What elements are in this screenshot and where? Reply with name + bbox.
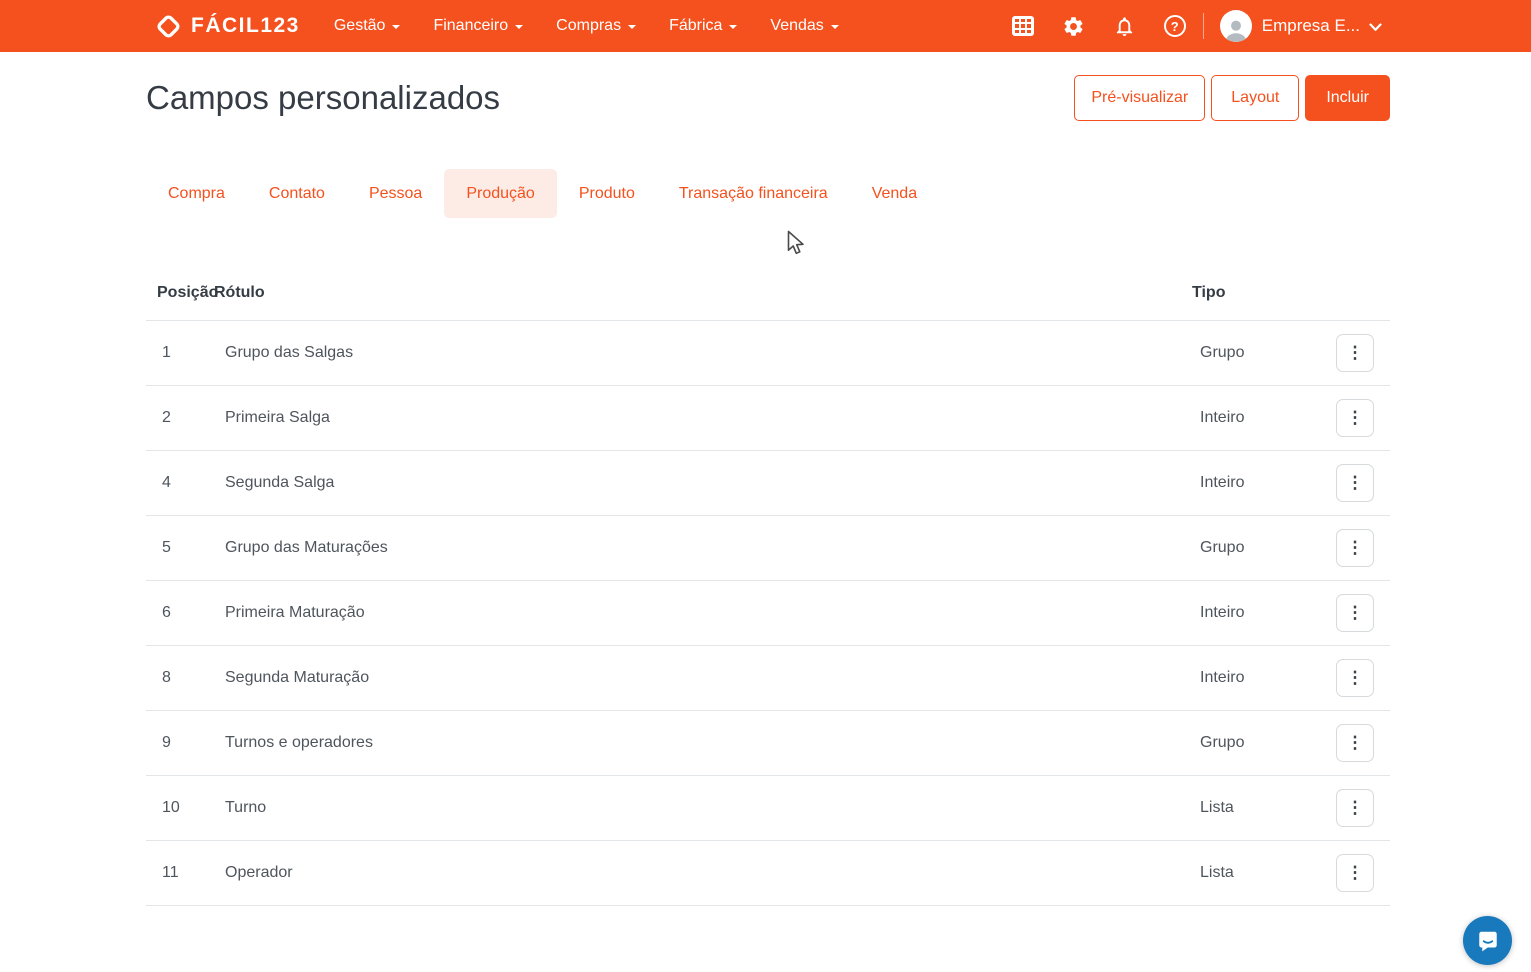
category-tab[interactable]: Venda xyxy=(850,169,939,218)
row-actions-button[interactable]: ⋮ xyxy=(1336,334,1374,372)
incluir-button[interactable]: Incluir xyxy=(1305,75,1390,121)
caret-down-icon xyxy=(392,25,401,29)
row-tipo: Grupo xyxy=(1200,539,1245,556)
row-rotulo: Operador xyxy=(225,864,293,881)
row-posicao: 6 xyxy=(162,604,171,621)
custom-fields-table: 1 Grupo das Salgas Grupo ⋮ 2 Primeira Sa… xyxy=(146,321,1390,906)
nav-menu-item[interactable]: Fábrica xyxy=(669,17,738,35)
navbar-divider xyxy=(1202,13,1204,39)
row-actions-button[interactable]: ⋮ xyxy=(1336,529,1374,567)
row-posicao: 9 xyxy=(162,734,171,751)
main-nav: Gestão Financeiro Compras Fábrica Vendas xyxy=(334,17,839,35)
row-rotulo: Primeira Maturação xyxy=(225,604,365,621)
category-tabs: Compra Contato Pessoa Produção Produto T… xyxy=(146,169,1390,218)
row-actions-button[interactable]: ⋮ xyxy=(1336,724,1374,762)
table-row: 9 Turnos e operadores Grupo ⋮ xyxy=(146,711,1390,776)
page-title: Campos personalizados xyxy=(146,79,501,116)
settings-gear-icon[interactable] xyxy=(1062,15,1085,38)
column-header-rotulo: Rótulo xyxy=(214,284,265,301)
row-tipo: Inteiro xyxy=(1200,474,1245,491)
row-tipo: Lista xyxy=(1200,864,1234,881)
row-actions-button[interactable]: ⋮ xyxy=(1336,659,1374,697)
row-tipo: Inteiro xyxy=(1200,669,1245,686)
table-row: 10 Turno Lista ⋮ xyxy=(146,776,1390,841)
brand-logo[interactable]: FÁCIL123 xyxy=(155,13,300,40)
nav-menu-item[interactable]: Compras xyxy=(556,17,637,35)
category-tab[interactable]: Produção xyxy=(444,169,557,218)
diamond-logo-icon xyxy=(155,13,182,40)
kebab-dots-icon: ⋮ xyxy=(1346,733,1364,752)
category-tab[interactable]: Contato xyxy=(247,169,347,218)
kebab-dots-icon: ⋮ xyxy=(1346,538,1364,557)
apps-grid-icon[interactable] xyxy=(1011,16,1034,36)
row-tipo: Lista xyxy=(1200,799,1234,816)
row-tipo: Grupo xyxy=(1200,734,1245,751)
previsualizar-button[interactable]: Pré-visualizar xyxy=(1074,75,1206,121)
row-rotulo: Grupo das Salgas xyxy=(225,344,354,361)
kebab-dots-icon: ⋮ xyxy=(1346,668,1364,687)
account-label: Empresa E... xyxy=(1261,16,1360,35)
table-row: 2 Primeira Salga Inteiro ⋮ xyxy=(146,386,1390,451)
main-content: Campos personalizados Pré-visualizar Lay… xyxy=(146,74,1390,906)
caret-down-icon xyxy=(729,25,738,29)
kebab-dots-icon: ⋮ xyxy=(1346,603,1364,622)
table-row: 4 Segunda Salga Inteiro ⋮ xyxy=(146,451,1390,516)
caret-down-icon xyxy=(628,25,637,29)
category-tab[interactable]: Transação financeira xyxy=(657,169,850,218)
kebab-dots-icon: ⋮ xyxy=(1346,863,1364,882)
chevron-down-icon xyxy=(1369,20,1382,35)
layout-button[interactable]: Layout xyxy=(1211,75,1300,121)
row-rotulo: Segunda Maturação xyxy=(225,669,370,686)
table-row: 8 Segunda Maturação Inteiro ⋮ xyxy=(146,646,1390,711)
brand-name: FÁCIL123 xyxy=(191,14,300,37)
row-rotulo: Grupo das Maturações xyxy=(225,539,388,556)
row-actions-button[interactable]: ⋮ xyxy=(1336,854,1374,892)
row-tipo: Grupo xyxy=(1200,344,1245,361)
account-menu[interactable]: Empresa E... xyxy=(1219,10,1382,42)
chat-bubble-icon xyxy=(1475,928,1501,954)
row-posicao: 10 xyxy=(162,799,180,816)
nav-menu-item[interactable]: Gestão xyxy=(334,17,401,35)
notifications-bell-icon[interactable] xyxy=(1113,15,1136,38)
row-rotulo: Turno xyxy=(225,799,267,816)
column-header-posicao: Posição xyxy=(157,284,219,301)
nav-menu-item[interactable]: Vendas xyxy=(770,17,839,35)
row-actions-button[interactable]: ⋮ xyxy=(1336,399,1374,437)
category-tab[interactable]: Produto xyxy=(557,169,657,218)
row-actions-button[interactable]: ⋮ xyxy=(1336,464,1374,502)
table-row: 1 Grupo das Salgas Grupo ⋮ xyxy=(146,321,1390,386)
nav-menu-item[interactable]: Financeiro xyxy=(433,17,524,35)
row-posicao: 4 xyxy=(162,474,171,491)
kebab-dots-icon: ⋮ xyxy=(1346,798,1364,817)
row-rotulo: Segunda Salga xyxy=(225,474,335,491)
row-tipo: Inteiro xyxy=(1200,409,1245,426)
caret-down-icon xyxy=(830,25,839,29)
table-row: 11 Operador Lista ⋮ xyxy=(146,841,1390,906)
chat-launcher-button[interactable] xyxy=(1463,916,1512,965)
row-posicao: 1 xyxy=(162,344,171,361)
row-posicao: 8 xyxy=(162,669,171,686)
avatar xyxy=(1219,10,1252,42)
kebab-dots-icon: ⋮ xyxy=(1346,343,1364,362)
caret-down-icon xyxy=(515,25,524,29)
kebab-dots-icon: ⋮ xyxy=(1346,473,1364,492)
row-actions-button[interactable]: ⋮ xyxy=(1336,789,1374,827)
kebab-dots-icon: ⋮ xyxy=(1346,408,1364,427)
table-header: Posição Rótulo Tipo xyxy=(146,285,1390,321)
category-tab[interactable]: Pessoa xyxy=(347,169,444,218)
row-rotulo: Turnos e operadores xyxy=(225,734,373,751)
column-header-tipo: Tipo xyxy=(1192,284,1226,301)
table-row: 6 Primeira Maturação Inteiro ⋮ xyxy=(146,581,1390,646)
row-actions-button[interactable]: ⋮ xyxy=(1336,594,1374,632)
category-tab[interactable]: Compra xyxy=(146,169,247,218)
row-posicao: 5 xyxy=(162,539,171,556)
row-posicao: 2 xyxy=(162,409,171,426)
row-tipo: Inteiro xyxy=(1200,604,1245,621)
row-rotulo: Primeira Salga xyxy=(225,409,330,426)
table-row: 5 Grupo das Maturações Grupo ⋮ xyxy=(146,516,1390,581)
page-actions: Pré-visualizar Layout Incluir xyxy=(1074,75,1390,121)
row-posicao: 11 xyxy=(162,864,179,881)
top-navbar: FÁCIL123 Gestão Financeiro Compras Fábri… xyxy=(0,0,1531,52)
help-icon[interactable]: ? xyxy=(1163,15,1186,37)
